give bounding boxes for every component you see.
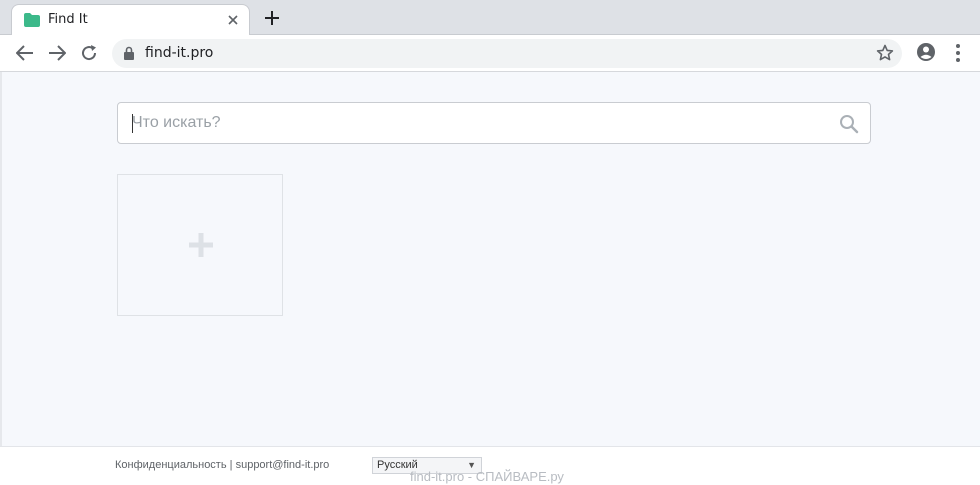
menu-dot	[956, 44, 960, 48]
privacy-link[interactable]: Конфиденциальность	[115, 459, 227, 471]
browser-tab[interactable]: Find It	[11, 4, 250, 36]
footer-separator: |	[229, 459, 233, 471]
lock-icon	[124, 46, 134, 60]
page-content	[0, 72, 980, 446]
browser-toolbar: find-it.pro	[0, 35, 980, 72]
plus-icon	[265, 11, 279, 25]
arrow-left-icon	[16, 45, 33, 61]
support-email-link[interactable]: support@find-it.pro	[236, 459, 330, 471]
browser-menu-button[interactable]	[950, 41, 966, 65]
reload-icon	[82, 45, 97, 61]
add-shortcut-tile[interactable]	[117, 174, 283, 316]
search-input[interactable]	[132, 103, 832, 143]
reload-button[interactable]	[77, 41, 101, 65]
footer: Конфиденциальность | support@find-it.pro…	[0, 446, 980, 485]
menu-dot	[956, 51, 960, 55]
footer-links: Конфиденциальность | support@find-it.pro	[115, 459, 329, 471]
plus-icon	[188, 232, 214, 258]
tab-title: Find It	[48, 12, 88, 27]
profile-icon[interactable]	[915, 41, 937, 63]
address-bar[interactable]: find-it.pro	[112, 39, 902, 68]
url-text[interactable]: find-it.pro	[145, 45, 213, 61]
back-button[interactable]	[13, 41, 37, 65]
watermark: find-it.pro - СПАЙВАРЕ.ру	[410, 469, 564, 484]
close-icon[interactable]	[225, 12, 241, 28]
folder-icon	[24, 13, 40, 27]
search-icon[interactable]	[839, 114, 859, 134]
bookmark-star-icon[interactable]	[876, 44, 894, 62]
search-box[interactable]	[117, 102, 871, 144]
text-caret	[132, 114, 133, 133]
arrow-right-icon	[49, 45, 66, 61]
menu-dot	[956, 58, 960, 62]
tab-strip: Find It	[0, 0, 980, 36]
new-tab-button[interactable]	[262, 8, 282, 28]
forward-button[interactable]	[45, 41, 69, 65]
